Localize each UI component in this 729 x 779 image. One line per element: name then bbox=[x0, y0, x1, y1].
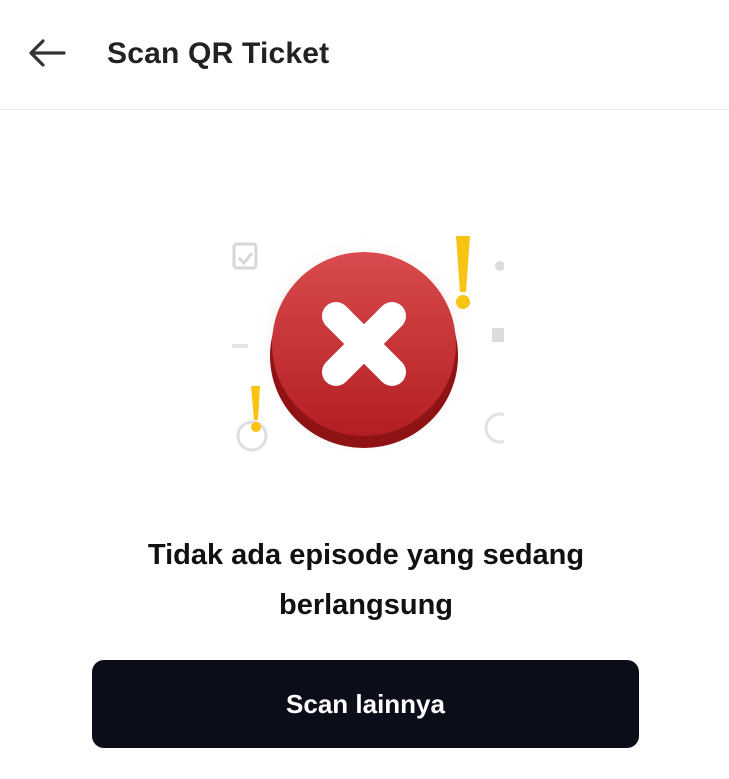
app-root: Scan QR Ticket Tidak ada episode yang se… bbox=[0, 0, 729, 779]
status-message: Tidak ada episode yang sedang berlangsun… bbox=[60, 530, 672, 630]
back-button[interactable] bbox=[26, 32, 82, 78]
error-illustration bbox=[228, 228, 516, 468]
status-message-line-2: berlangsung bbox=[278, 589, 453, 621]
page-title: Scan QR Ticket bbox=[107, 37, 330, 70]
top-app-bar: Scan QR Ticket bbox=[0, 0, 729, 110]
error-x-icon bbox=[232, 234, 516, 458]
status-message-line-1: Tidak ada episode yang sedang bbox=[147, 539, 585, 571]
arrow-left-icon bbox=[26, 38, 66, 73]
scan-again-button[interactable]: Scan lainnya bbox=[92, 660, 639, 748]
